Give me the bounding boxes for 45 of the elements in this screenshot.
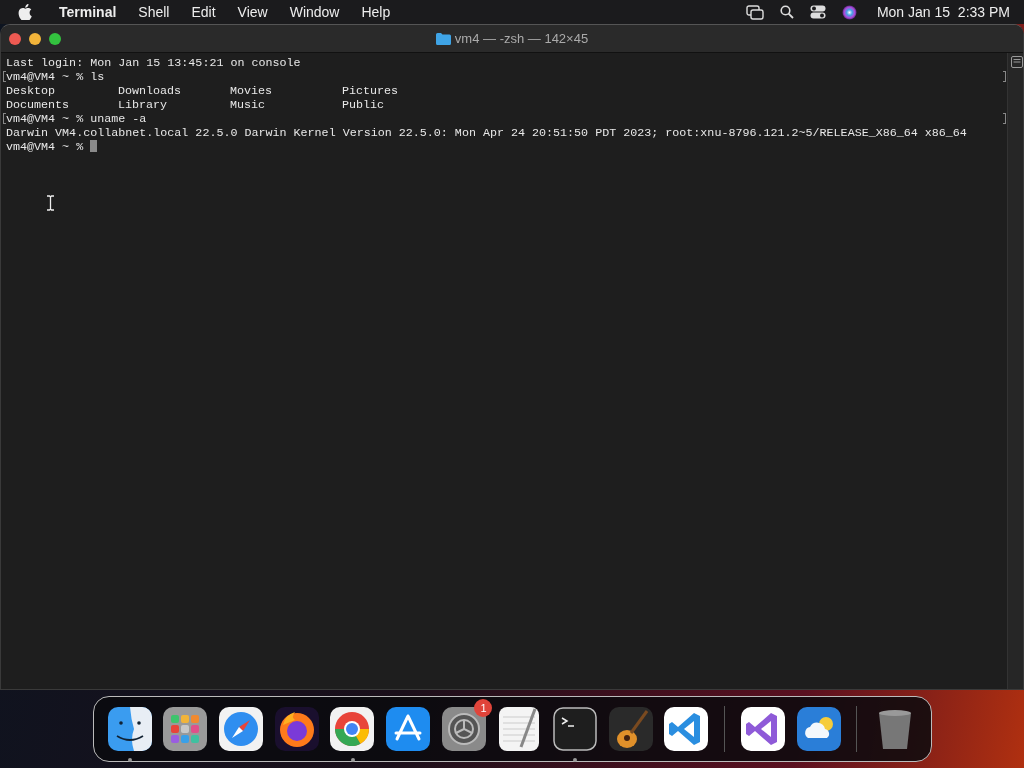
zoom-button[interactable] <box>49 33 61 45</box>
cloud-sun-icon[interactable] <box>796 707 841 751</box>
terminal-line: vm4@VM4 ~ % ls <box>6 70 105 84</box>
window-title: vm4 — -zsh — 142×45 <box>454 29 589 48</box>
guitar-icon[interactable] <box>608 707 653 751</box>
file-name: Music <box>230 98 267 112</box>
file-name: Public <box>342 98 386 112</box>
assistant-orb-icon[interactable] <box>841 4 857 20</box>
notification-badge: 1 <box>474 699 493 717</box>
file-name: Downloads <box>118 84 183 98</box>
terminal-line: Darwin VM4.collabnet.local 22.5.0 Darwin Kernel Version 22.5.0: Mon Apr 24 20:51:50 PDT 2023; root:xnu-8796.121.2~5/RELEASE_X86_64 x86_64 <box>6 126 967 140</box>
file-name: Movies <box>230 84 274 98</box>
letter-a-icon[interactable] <box>386 707 430 751</box>
close-button[interactable] <box>9 33 21 45</box>
menu-item[interactable]: View <box>226 1 279 23</box>
text-cursor <box>90 140 98 152</box>
file-name: Library <box>118 98 169 112</box>
code-editor-icon[interactable] <box>664 707 709 751</box>
clock-text[interactable]: Mon Jan 15 2:33 PM <box>876 1 1010 23</box>
menu-item[interactable]: Edit <box>180 1 227 23</box>
file-name: Pictures <box>342 84 400 98</box>
round-browser-icon[interactable] <box>330 707 375 751</box>
app-grid-icon[interactable] <box>163 707 208 751</box>
ide-icon[interactable] <box>740 707 785 751</box>
compass-icon[interactable] <box>219 707 264 751</box>
paper-pen-icon[interactable] <box>497 707 542 751</box>
screen-mirroring-icon[interactable] <box>745 4 764 20</box>
toggles-icon[interactable] <box>809 5 826 19</box>
menu-item[interactable]: Window <box>278 1 351 23</box>
terminal-line: vm4@VM4 ~ % uname -a <box>6 112 147 126</box>
text-cursor-icon <box>46 195 55 211</box>
prompt-text: vm4@VM4 ~ % <box>6 140 85 154</box>
minimize-button[interactable] <box>29 33 41 45</box>
terminal-line: Last login: Mon Jan 15 13:45:21 on console <box>6 56 301 70</box>
folder-icon <box>435 32 451 45</box>
search-icon[interactable] <box>779 5 794 19</box>
split-pane-icon[interactable] <box>1011 56 1023 68</box>
file-name: Documents <box>6 98 71 112</box>
app-menu[interactable]: Terminal <box>48 1 128 23</box>
file-name: Desktop <box>6 84 57 98</box>
terminal-icon[interactable] <box>552 707 597 751</box>
menu-item[interactable]: Help <box>350 1 402 23</box>
smiling-face-icon[interactable] <box>107 707 152 751</box>
apple-logo-icon[interactable] <box>18 4 32 20</box>
menu-item[interactable]: Shell <box>127 1 181 23</box>
